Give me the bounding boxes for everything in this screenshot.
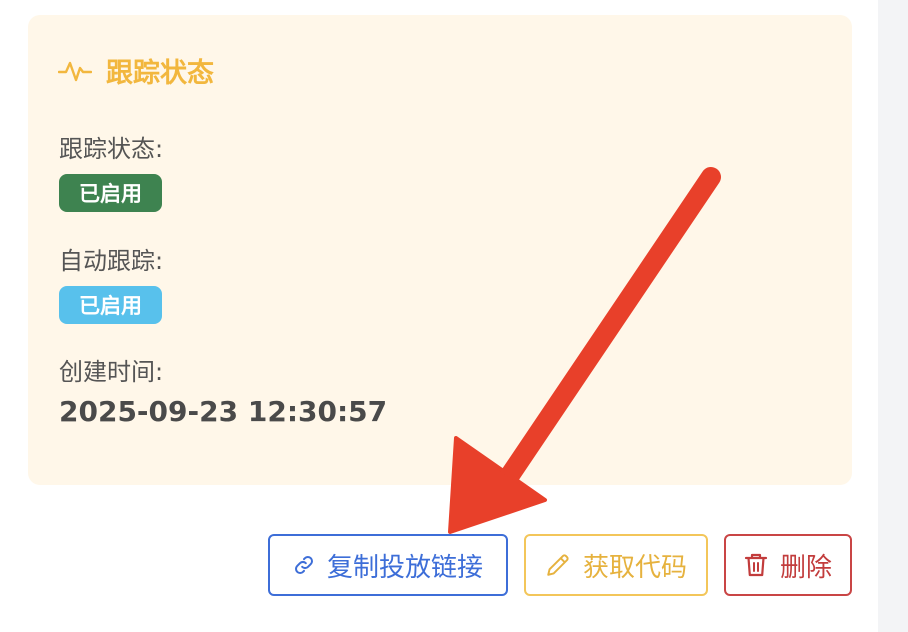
pencil-icon xyxy=(547,554,569,576)
card-title: 跟踪状态 xyxy=(106,58,214,89)
created-time-label: 创建时间: xyxy=(59,358,164,386)
auto-tracking-label: 自动跟踪: xyxy=(59,247,164,275)
link-icon xyxy=(294,556,313,574)
scrollbar-track[interactable] xyxy=(878,0,908,632)
card-header: 跟踪状态 xyxy=(58,51,214,90)
tracking-status-label: 跟踪状态: xyxy=(59,135,164,163)
delete-label: 删除 xyxy=(779,552,832,583)
pulse-icon xyxy=(58,61,92,81)
get-code-label: 获取代码 xyxy=(582,552,687,583)
delete-button[interactable]: 删除 xyxy=(724,534,852,596)
get-code-button[interactable]: 获取代码 xyxy=(524,534,708,596)
tracking-status-card: 跟踪状态 跟踪状态: 已启用 自动跟踪: 已启用 创建时间: 2025-09-2… xyxy=(28,15,852,485)
created-time-value: 2025-09-23 12:30:57 xyxy=(59,395,388,428)
copy-link-label: 复制投放链接 xyxy=(326,552,483,583)
copy-link-button[interactable]: 复制投放链接 xyxy=(268,534,508,596)
trash-icon xyxy=(744,553,768,577)
page: 跟踪状态 跟踪状态: 已启用 自动跟踪: 已启用 创建时间: 2025-09-2… xyxy=(0,0,908,632)
tracking-status-badge: 已启用 xyxy=(59,174,162,212)
auto-tracking-badge: 已启用 xyxy=(59,286,162,324)
